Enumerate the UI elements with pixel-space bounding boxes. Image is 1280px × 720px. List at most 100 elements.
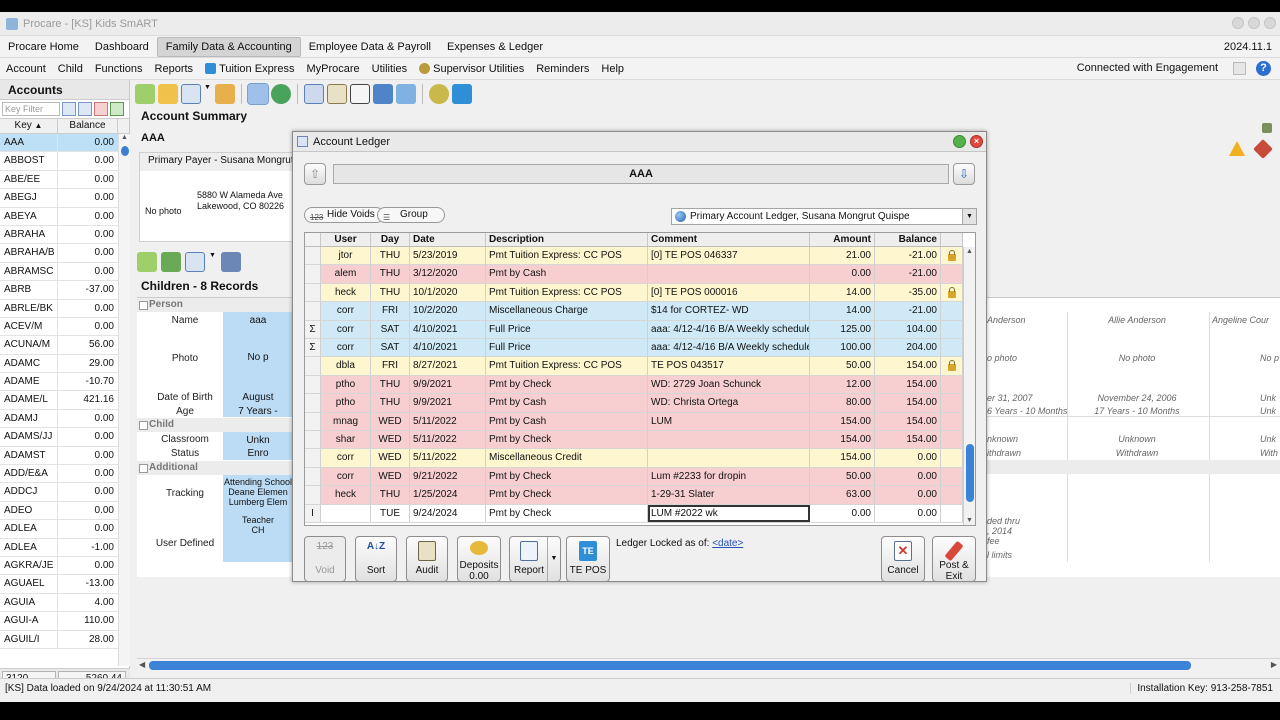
cell-amount[interactable]: 154.00 [810,431,875,449]
menu-utilities[interactable]: Utilities [366,63,413,75]
cell-comment[interactable]: Lum #2233 for dropin [648,467,810,486]
cell-day[interactable]: TUE [371,504,410,522]
cell-user[interactable]: mnag [321,412,371,430]
dialog-close-button[interactable]: × [970,135,983,148]
cell-comment[interactable]: 1-29-31 Slater [648,486,810,504]
child-document-icon[interactable] [185,252,205,272]
cell-date[interactable]: 9/9/2021 [410,394,486,412]
account-row[interactable]: ACUNA/M 56.00 [0,336,118,355]
filter-icon[interactable] [78,102,92,116]
report-dropdown-icon[interactable]: ▼ [547,537,560,581]
ledger-row[interactable]: alem THU 3/12/2020 Pmt by Cash 0.00 -21.00 [305,265,963,284]
cell-day[interactable]: THU [371,394,410,412]
scroll-right-icon[interactable]: ▶ [1271,660,1277,669]
money-bag-icon[interactable] [271,84,291,104]
menu-reminders[interactable]: Reminders [530,63,595,75]
account-row[interactable]: ABRAMSC 0.00 [0,262,118,282]
tab-family-data-accounting[interactable]: Family Data & Accounting [156,36,301,57]
remove-child-icon[interactable] [221,252,241,272]
cell-day[interactable]: THU [371,375,410,394]
cell-amount[interactable]: 100.00 [810,339,875,357]
cell-balance[interactable]: 204.00 [875,339,941,357]
cell-balance[interactable]: 154.00 [875,431,941,449]
cell-comment[interactable]: aaa: 4/12-4/16 B/A Weekly schedule [648,320,810,338]
cell-user[interactable]: heck [321,283,371,302]
cell-user[interactable]: corr [321,302,371,320]
post-exit-button[interactable]: Post & Exit [932,536,976,582]
cell-comment[interactable]: LUM #2022 wk [648,504,810,522]
refresh-icon[interactable] [429,84,449,104]
child-1-child-col[interactable]: Unkn Enro [223,432,293,460]
close-button[interactable] [1264,17,1276,29]
cell-description[interactable]: Pmt Tuition Express: CC POS [486,247,648,265]
ledger-row[interactable]: I TUE 9/24/2024 Pmt by Check LUM #2022 wk 0.0… [305,504,963,523]
menu-child[interactable]: Child [52,63,89,75]
ledger-locked-date-link[interactable]: <date> [712,538,743,549]
audit-button[interactable]: Audit [406,536,448,582]
cell-balance[interactable]: 154.00 [875,412,941,430]
ledger-row[interactable]: shar WED 5/11/2022 Pmt by Check 154.00 154.00 [305,431,963,450]
cell-user[interactable]: corr [321,449,371,467]
ledger-row[interactable]: Σcorr SAT 4/10/2021 Full Price aaa: 4/12-4/1… [305,339,963,358]
scroll-left-icon[interactable]: ◀ [139,660,145,669]
cell-comment[interactable]: WD: 2729 Joan Schunck [648,375,810,394]
add-child-icon[interactable] [137,252,157,272]
cell-balance[interactable]: -35.00 [875,283,941,302]
cell-date[interactable]: 10/1/2020 [410,283,486,302]
cell-description[interactable]: Pmt by Check [486,375,648,394]
ledger-row[interactable]: ptho THU 9/9/2021 Pmt by Cash WD: Christa Or… [305,394,963,413]
col-key[interactable]: Key ▲ [0,119,58,133]
scroll-up-icon[interactable]: ▲ [966,248,973,255]
void-button[interactable]: 123 Void [304,536,346,582]
account-row[interactable]: ABRLE/BK 0.00 [0,299,118,318]
cell-comment[interactable]: TE POS 043517 [648,357,810,375]
pen-icon[interactable] [396,84,416,104]
ledger-row[interactable]: heck THU 1/25/2024 Pmt by Check 1-29-31 Slat… [305,486,963,505]
cell-balance[interactable]: 0.00 [875,486,941,504]
cell-date[interactable]: 9/21/2022 [410,467,486,486]
hide-voids-button[interactable]: 123 Hide Voids [304,207,384,223]
col-balance[interactable]: Balance [875,233,941,246]
cell-day[interactable]: FRI [371,302,410,320]
chevron-down-icon[interactable]: ▼ [962,209,976,224]
col-balance[interactable]: Balance [58,119,118,133]
cell-day[interactable]: SAT [371,339,410,357]
children-hscrollbar[interactable]: ◀ ▶ [137,658,1280,672]
col-day[interactable]: Day [371,233,410,246]
account-row[interactable]: ABE/EE 0.00 [0,170,118,190]
account-row[interactable]: ADAMJ 0.00 [0,409,118,429]
cell-amount[interactable]: 50.00 [810,467,875,486]
open-folder-icon[interactable] [158,84,178,104]
cell-amount[interactable]: 80.00 [810,394,875,412]
new-account-icon[interactable] [135,84,155,104]
notepad-icon[interactable] [350,84,370,104]
cell-day[interactable]: SAT [371,320,410,338]
account-row[interactable]: AGKRA/JE 0.00 [0,556,118,576]
ledger-row[interactable]: jtor THU 5/23/2019 Pmt Tuition Express: CC … [305,247,963,266]
export-icon[interactable] [110,102,124,116]
ledger-select[interactable]: Primary Account Ledger, Susana Mongrut Q… [671,208,977,225]
cell-balance[interactable]: 0.00 [875,467,941,486]
cell-balance[interactable]: -21.00 [875,302,941,320]
te-pos-button[interactable]: TE TE POS [566,536,610,582]
section-child[interactable]: Child [137,418,292,432]
cell-date[interactable]: 4/10/2021 [410,339,486,357]
cell-amount[interactable]: 50.00 [810,357,875,375]
copy-icon[interactable] [373,84,393,104]
cell-description[interactable]: Pmt by Check [486,504,648,522]
ledger-row[interactable]: corr WED 9/21/2022 Pmt by Check Lum #2233 fo… [305,467,963,487]
accounts-scrollbar[interactable]: ▲ [118,134,130,666]
cell-comment[interactable]: LUM [648,412,810,430]
cell-balance[interactable]: 0.00 [875,504,941,522]
account-row[interactable]: AGUIL/I 28.00 [0,630,118,649]
cell-balance[interactable]: 104.00 [875,320,941,338]
cell-description[interactable]: Pmt by Cash [486,265,648,283]
key-filter-input[interactable]: Key Filter [2,102,60,116]
menu-functions[interactable]: Functions [89,63,149,75]
tab-procare-home[interactable]: Procare Home [0,38,87,56]
menu-myprocare[interactable]: MyProcare [300,63,365,75]
hscroll-thumb[interactable] [149,661,1191,670]
cell-user[interactable]: jtor [321,247,371,265]
maximize-button[interactable] [1248,17,1260,29]
cell-comment[interactable]: aaa: 4/12-4/16 B/A Weekly schedule [648,339,810,357]
